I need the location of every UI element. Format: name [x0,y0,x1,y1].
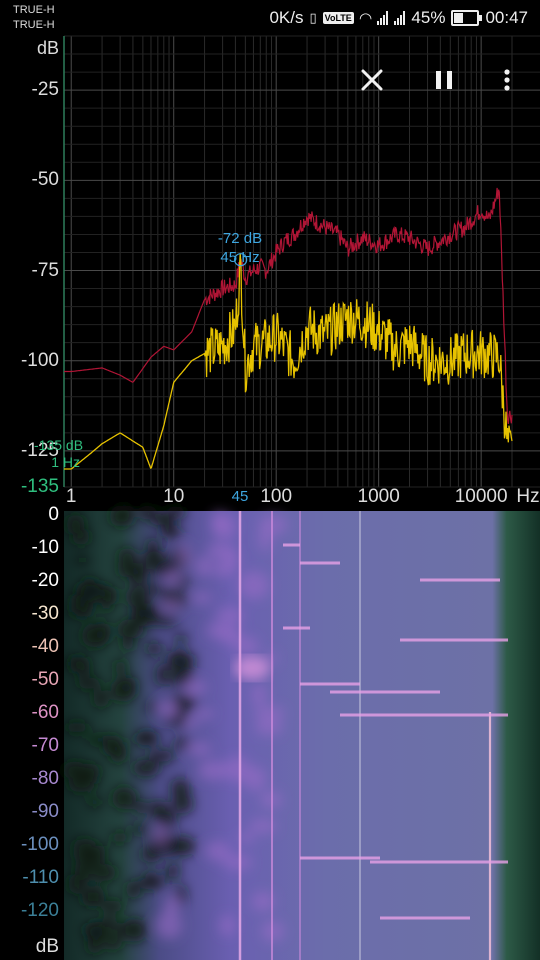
pause-icon [436,71,452,89]
x-unit-label: Hz [516,486,540,507]
spectrogram-scale-label: -60 [31,702,59,723]
spectrogram-scale-label: -90 [31,801,59,822]
more-vert-icon [504,69,510,91]
close-icon [361,69,383,91]
cursor-annotation: -135 dB 1 Hz [34,437,94,471]
spectrum-grid [63,35,540,488]
peak-frequency-marker: 45 [231,488,249,505]
spectrogram-scale-label: -80 [31,768,59,789]
peak-hold-trace [64,187,513,424]
more-options-button[interactable] [489,62,525,98]
x-tick-label: 1000 [357,486,400,507]
pause-button[interactable] [426,62,462,98]
spectrogram-scale-label: -20 [31,570,59,591]
cursor-db-label: -135 dB [34,437,84,453]
y-tick-label: -75 [31,259,59,281]
spectrum-traces [64,187,513,470]
cursor-hz-label: 1 Hz [51,454,80,470]
x-tick-label: 1 [65,486,77,507]
y-tick-label: -25 [31,79,59,101]
spectrogram-scale-label: -100 [20,834,59,855]
x-tick-label: 100 [260,486,293,507]
spectrogram-scale-label: 0 [48,504,59,525]
spectrogram-scale-label: -10 [31,537,59,558]
close-button[interactable] [354,62,390,98]
peak-annotation: -72 dB 45 Hz [218,229,262,267]
spectrogram-unit-label: dB [35,936,59,957]
peak-hz-label: 45 Hz [220,249,260,266]
spectrogram-scale-label: -30 [31,603,59,624]
spectrum-analyzer-view[interactable] [0,0,540,960]
spectrogram-peak-blob [234,656,270,680]
spectrogram-scale-label: -110 [22,867,59,888]
spectrogram-scale-label: -50 [31,669,59,690]
y-unit-label: dB [36,38,59,58]
peak-db-label: -72 dB [217,230,263,247]
y-tick-label: -50 [31,169,59,191]
x-tick-label: 10000 [454,486,508,507]
spectrogram-scale-label: -40 [31,636,59,657]
spectrogram-scale-label: -70 [31,735,59,756]
y-tick-label: -100 [20,349,59,371]
y-tick-label: -135 [20,476,59,497]
x-tick-label: 10 [163,486,185,507]
spectrogram [62,504,540,960]
spectrogram-scale-label: -120 [20,900,59,921]
